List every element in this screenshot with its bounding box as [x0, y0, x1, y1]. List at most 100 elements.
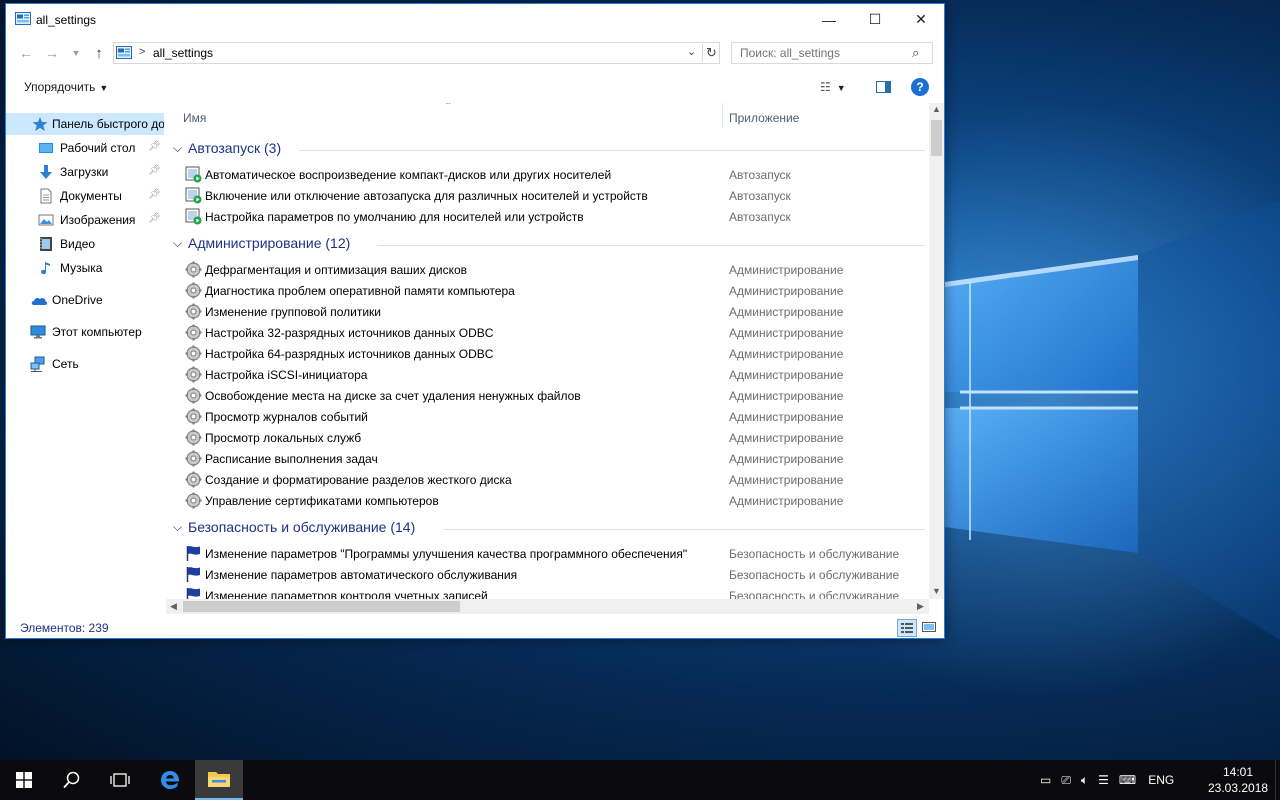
column-header-name[interactable]: Имя	[183, 111, 206, 125]
edge-taskbar-button[interactable]	[146, 760, 194, 800]
caret-down-icon: ▼	[836, 83, 846, 93]
show-desktop-button[interactable]	[1275, 760, 1280, 800]
file-explorer-taskbar-button[interactable]	[195, 760, 243, 800]
navigation-pane: Панель быстрого доступаРабочий стол📌︎Заг…	[6, 103, 164, 603]
chevron-down-icon[interactable]: ⌵	[173, 141, 182, 156]
task-view-button[interactable]	[96, 760, 144, 800]
pin-icon[interactable]: 📌︎	[148, 165, 161, 176]
scroll-right-icon[interactable]: ▶	[917, 601, 924, 612]
back-button[interactable]: ←	[16, 44, 36, 62]
list-item[interactable]: Освобождение места на диске за счет удал…	[166, 385, 929, 406]
organize-button[interactable]: Упорядочить ▼	[24, 80, 108, 94]
admin-tools-icon	[185, 429, 202, 446]
volume-icon[interactable]: 🔈︎	[1081, 773, 1088, 788]
group-divider	[299, 150, 925, 151]
column-header-app[interactable]: Приложение	[729, 111, 799, 125]
list-item[interactable]: Изменение параметров автоматического обс…	[166, 564, 929, 585]
list-item[interactable]: Автоматическое воспроизведение компакт-д…	[166, 164, 929, 185]
preview-pane-button[interactable]	[876, 81, 891, 93]
nav-item-computer[interactable]: Этот компьютер	[6, 321, 164, 343]
search-taskbar-button[interactable]	[48, 760, 96, 800]
organize-label: Упорядочить	[24, 80, 96, 94]
group-header[interactable]: ⌵ Безопасность и обслуживание (14)	[166, 517, 929, 541]
details-view-button[interactable]	[897, 619, 917, 637]
list-item[interactable]: Включение или отключение автозапуска для…	[166, 185, 929, 206]
item-name: Изменение параметров автоматического обс…	[205, 568, 518, 582]
list-item[interactable]: Создание и форматирование разделов жестк…	[166, 469, 929, 490]
search-icon[interactable]: ⌕	[912, 45, 919, 61]
nav-item-network[interactable]: Сеть	[6, 353, 164, 375]
column-divider[interactable]	[722, 103, 723, 128]
close-icon: ✕	[915, 11, 927, 27]
vertical-scrollbar[interactable]: ▲ ▼	[929, 103, 944, 599]
status-bar: Элементов: 239	[6, 616, 944, 638]
scroll-up-icon[interactable]: ▲	[932, 104, 941, 114]
nav-item-videos[interactable]: Видео	[6, 233, 164, 255]
address-field[interactable]: > all_settings ⌄ ↻	[113, 42, 720, 64]
forward-button[interactable]: →	[42, 44, 62, 62]
list-item[interactable]: Изменение групповой политики Администриро…	[166, 301, 929, 322]
recent-locations-button[interactable]: ▼	[66, 44, 86, 62]
scroll-left-icon[interactable]: ◀	[170, 601, 177, 612]
pin-icon[interactable]: 📌︎	[148, 213, 161, 224]
nav-item-downloads[interactable]: Загрузки 📌︎	[6, 161, 164, 183]
refresh-button[interactable]: ↻	[702, 44, 720, 62]
list-item[interactable]: Управление сертификатами компьютеров Адми…	[166, 490, 929, 511]
help-button[interactable]: ?	[911, 78, 929, 96]
list-item[interactable]: Просмотр локальных служб Администрировани…	[166, 427, 929, 448]
search-input[interactable]	[732, 43, 907, 63]
horizontal-scroll-thumb[interactable]	[183, 601, 460, 612]
scroll-down-icon[interactable]: ▼	[932, 586, 941, 596]
chevron-down-icon[interactable]: ⌵	[173, 520, 182, 535]
nav-item-documents[interactable]: Документы 📌︎	[6, 185, 164, 207]
pin-icon[interactable]: 📌︎	[148, 189, 161, 200]
maximize-button[interactable]: ☐	[852, 4, 898, 35]
minimize-button[interactable]: —	[806, 4, 852, 35]
list-item[interactable]: Диагностика проблем оперативной памяти к…	[166, 280, 929, 301]
item-count: Элементов: 239	[20, 621, 109, 635]
control-panel-icon	[116, 46, 132, 59]
list-item[interactable]: Настройка параметров по умолчанию для но…	[166, 206, 929, 227]
action-center-icon[interactable]: ☰	[1098, 773, 1109, 787]
nav-item-desktop-folder[interactable]: Рабочий стол 📌︎	[6, 137, 164, 159]
large-icons-view-button[interactable]	[920, 619, 940, 637]
list-item[interactable]: Настройка iSCSI-инициатора Администрирова…	[166, 364, 929, 385]
nav-item-star[interactable]: Панель быстрого доступа	[6, 113, 164, 135]
chevron-down-icon[interactable]: ⌵	[173, 236, 182, 251]
up-button[interactable]: ↑	[89, 44, 109, 62]
keyboard-icon[interactable]: ⌨	[1119, 773, 1136, 787]
network-icon[interactable]: ⎚	[1061, 773, 1071, 788]
nav-item-music[interactable]: Музыка	[6, 257, 164, 279]
close-button[interactable]: ✕	[898, 4, 944, 35]
title-bar[interactable]: all_settings — ☐ ✕	[6, 4, 944, 35]
breadcrumb-separator[interactable]: >	[139, 46, 145, 58]
item-name: Управление сертификатами компьютеров	[205, 494, 439, 508]
change-view-button[interactable]: ☷ ▼	[820, 80, 846, 94]
start-button[interactable]	[0, 760, 48, 800]
input-language[interactable]: ENG	[1148, 773, 1174, 787]
group-header[interactable]: ⌵ Администрирование (12)	[166, 233, 929, 257]
list-item[interactable]: Расписание выполнения задач Администриров…	[166, 448, 929, 469]
battery-icon[interactable]: ▭	[1040, 773, 1051, 787]
group-divider	[377, 245, 925, 246]
nav-item-onedrive[interactable]: OneDrive	[6, 289, 164, 311]
nav-item-pictures[interactable]: Изображения 📌︎	[6, 209, 164, 231]
horizontal-scrollbar[interactable]: ◀ ▶	[166, 599, 929, 614]
nav-item-label: Загрузки	[60, 165, 109, 179]
security-flag-icon	[185, 587, 202, 599]
item-name: Настройка 32-разрядных источников данных…	[205, 326, 494, 340]
pin-icon[interactable]: 📌︎	[148, 141, 161, 152]
breadcrumb-all-settings[interactable]: all_settings	[153, 46, 213, 60]
list-item[interactable]: Просмотр журналов событий Администрирован…	[166, 406, 929, 427]
taskbar-clock[interactable]: 14:01 23.03.2018	[1208, 764, 1268, 796]
list-item[interactable]: Настройка 64-разрядных источников данных…	[166, 343, 929, 364]
address-history-button[interactable]: ⌄	[687, 45, 696, 58]
group-header[interactable]: ⌵ Автозапуск (3)	[166, 138, 929, 162]
list-item[interactable]: Изменение параметров "Программы улучшени…	[166, 543, 929, 564]
list-item[interactable]: Настройка 32-разрядных источников данных…	[166, 322, 929, 343]
nav-item-label: Документы	[60, 189, 122, 203]
list-item[interactable]: Дефрагментация и оптимизация ваших диско…	[166, 259, 929, 280]
list-item[interactable]: Изменение параметров контроля учетных за…	[166, 585, 929, 599]
vertical-scroll-thumb[interactable]	[931, 120, 942, 156]
search-box[interactable]: ⌕	[731, 42, 933, 64]
